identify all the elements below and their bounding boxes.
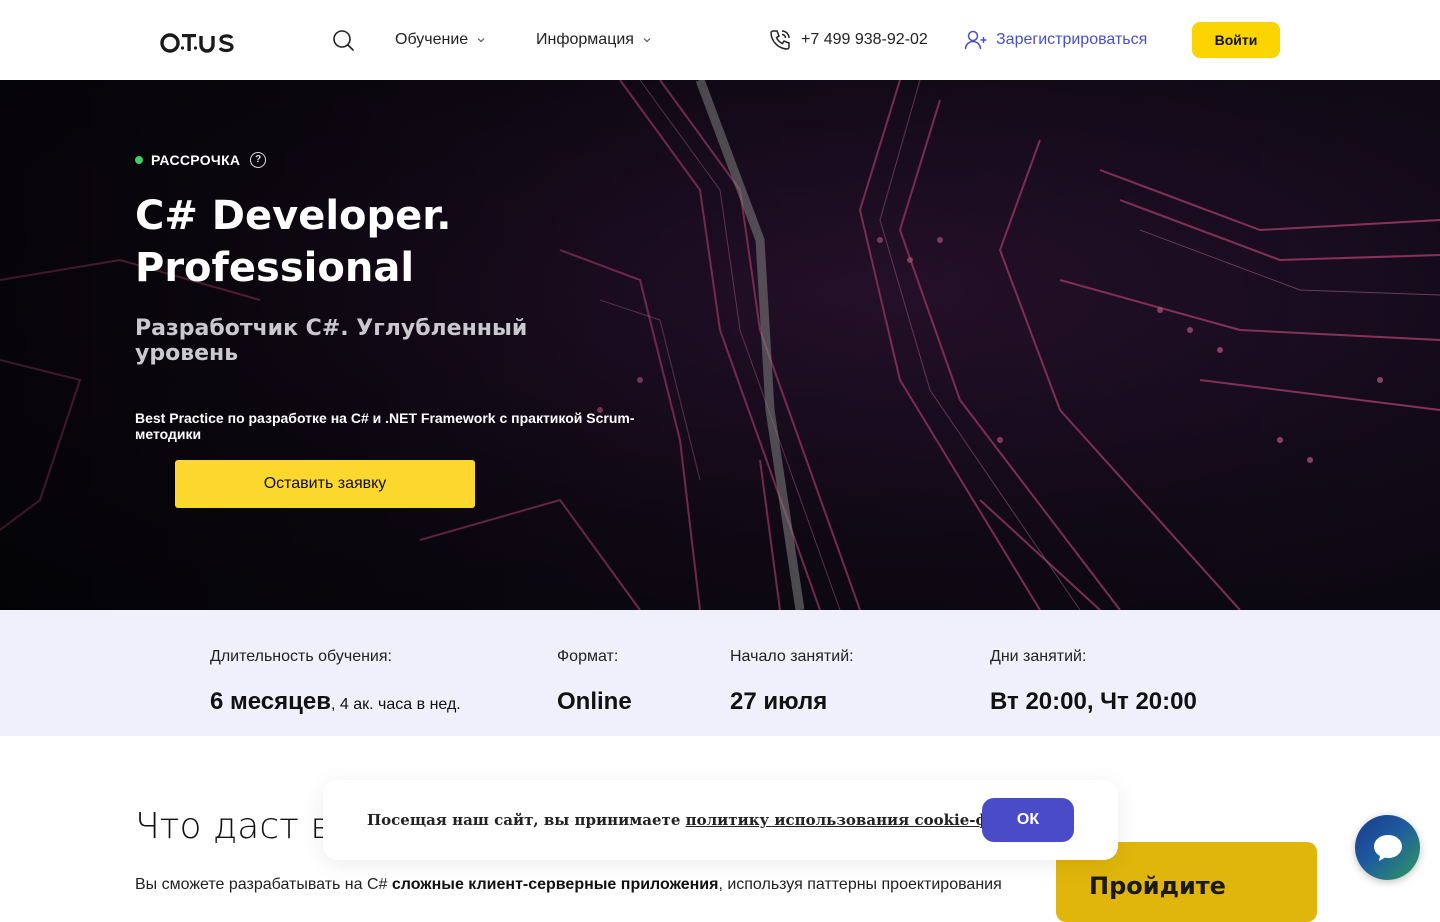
otus-logo-mark xyxy=(160,33,234,53)
duration-extra: , 4 ак. часа в нед. xyxy=(331,696,461,713)
otus-logo[interactable] xyxy=(160,26,244,54)
cookie-banner: Посещая наш сайт, вы принимаете политику… xyxy=(323,780,1118,860)
question-icon[interactable]: ? xyxy=(250,152,267,168)
chevron-down-icon xyxy=(643,38,651,43)
start-label: Начало занятий: xyxy=(730,648,854,665)
duration-block: Длительность обучения: 6 месяцев, 4 ак. … xyxy=(210,647,461,720)
register-label: Зарегистрироваться xyxy=(996,31,1148,48)
nav-obuchenie[interactable]: Обучение xyxy=(395,30,486,50)
search-button[interactable] xyxy=(331,28,355,52)
format-block: Формат: Online xyxy=(557,647,632,717)
register-link[interactable]: Зарегистрироваться xyxy=(964,28,1147,52)
login-button[interactable]: Войти xyxy=(1192,22,1280,58)
site-header: Обучение Информация +7 499 938-92-02 Зар… xyxy=(0,0,1440,80)
days-block: Дни занятий: Вт 20:00, Чт 20:00 xyxy=(990,647,1197,717)
duration-value-line: 6 месяцев, 4 ак. часа в нед. xyxy=(210,687,461,720)
section-text: Вы сможете разрабатывать на C# сложные к… xyxy=(135,873,1035,897)
phone-icon xyxy=(770,30,790,50)
section-text-start: Вы сможете разрабатывать на C# xyxy=(135,876,392,893)
search-icon xyxy=(333,30,354,51)
format-value: Online xyxy=(557,688,632,715)
status-dot xyxy=(135,156,143,164)
chat-icon xyxy=(1373,834,1402,861)
days-value: Вт 20:00, Чт 20:00 xyxy=(990,688,1197,715)
section-text-bold: сложные клиент-серверные приложения xyxy=(391,876,719,893)
phone-link[interactable]: +7 499 938-92-02 xyxy=(768,28,928,52)
nav-obuchenie-label: Обучение xyxy=(395,31,469,48)
course-description: Best Practice по разработке на C# и .NET… xyxy=(135,410,635,442)
duration-value: 6 месяцев xyxy=(210,688,332,715)
format-label: Формат: xyxy=(557,648,619,665)
apply-button[interactable]: Оставить заявку xyxy=(175,460,475,508)
course-subtitle: Разработчик C#. Углубленный уровень xyxy=(135,316,528,366)
days-label: Дни занятий: xyxy=(990,648,1087,665)
course-info-strip: Длительность обучения: 6 месяцев, 4 ак. … xyxy=(0,610,1440,736)
installment-label: РАССРОЧКА xyxy=(151,152,241,168)
duration-label: Длительность обучения: xyxy=(210,648,392,665)
installment-badge: РАССРОЧКА ? xyxy=(135,152,267,168)
add-user-icon xyxy=(964,30,987,50)
chat-widget-button[interactable] xyxy=(1355,815,1420,880)
cookie-text: Посещая наш сайт, вы принимаете политику… xyxy=(367,811,1041,829)
cookie-ok-button[interactable]: ОК xyxy=(982,798,1074,842)
nav-informaciya[interactable]: Информация xyxy=(536,30,652,50)
cookie-message: Посещая наш сайт, вы принимаете xyxy=(367,811,686,829)
course-title: C# Developer. Professional xyxy=(135,193,452,291)
chevron-down-icon xyxy=(477,38,485,43)
hero-section: РАССРОЧКА ? C# Developer. Professional Р… xyxy=(0,80,1440,610)
section-text-end: , используя паттерны проектирования xyxy=(718,876,1002,893)
nav-informaciya-label: Информация xyxy=(536,31,634,48)
start-value: 27 июля xyxy=(730,688,828,715)
start-block: Начало занятий: 27 июля xyxy=(730,647,854,717)
phone-number: +7 499 938-92-02 xyxy=(801,31,928,48)
promo-title: Пройдите xyxy=(1089,872,1226,900)
